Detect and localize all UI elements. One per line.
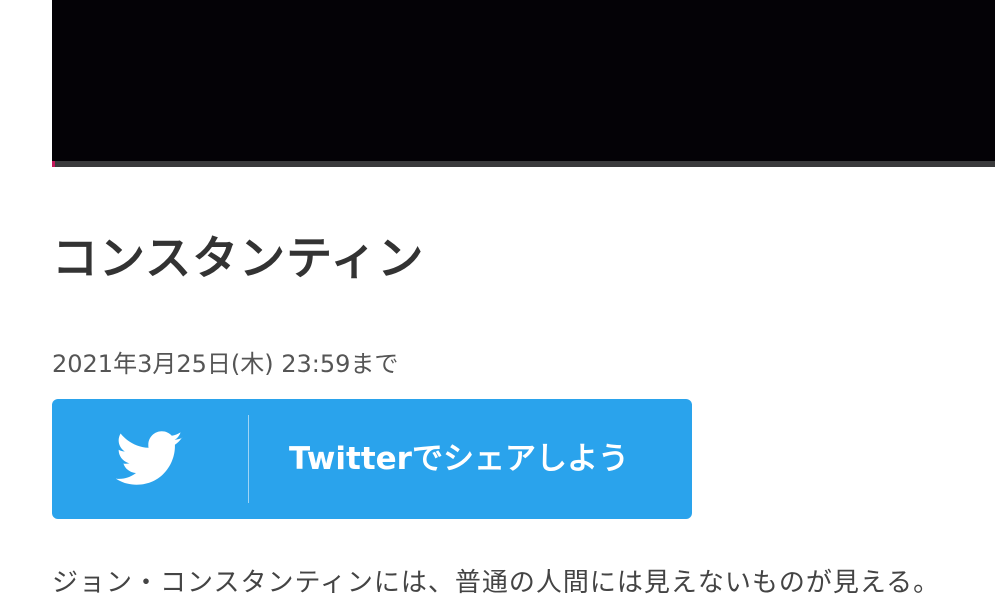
video-progress-played bbox=[52, 161, 55, 167]
twitter-share-button[interactable]: Twitterでシェアしよう bbox=[52, 399, 692, 519]
share-divider bbox=[248, 415, 249, 503]
video-progress-bar[interactable] bbox=[52, 161, 995, 167]
share-icon-area bbox=[52, 399, 248, 519]
page: コンスタンティン 2021年3月25日(木) 23:59まで Twitterでシ… bbox=[0, 0, 995, 611]
video-player[interactable] bbox=[52, 0, 995, 167]
twitter-bird-icon bbox=[116, 431, 183, 485]
program-synopsis: ジョン・コンスタンティンには、普通の人間には見えないものが見える。 bbox=[52, 568, 941, 598]
availability-deadline: 2021年3月25日(木) 23:59まで bbox=[52, 350, 399, 378]
program-title: コンスタンティン bbox=[52, 231, 425, 285]
share-button-label: Twitterでシェアしよう bbox=[289, 441, 629, 477]
